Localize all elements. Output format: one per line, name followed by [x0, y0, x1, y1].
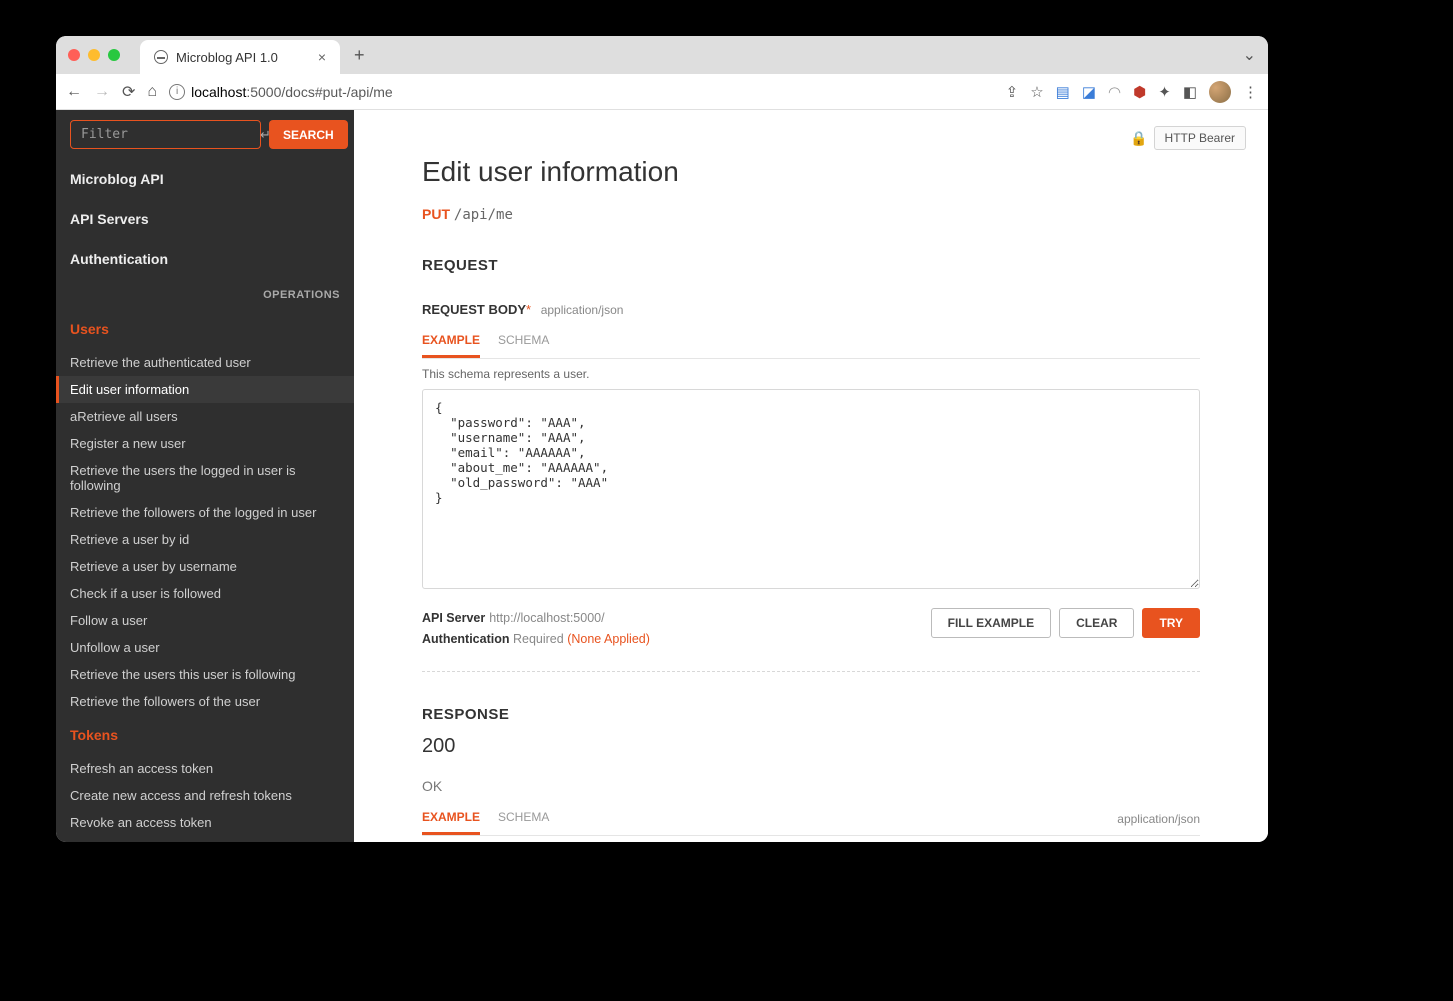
fill-example-button[interactable]: FILL EXAMPLE	[931, 608, 1051, 638]
sidebar-operation[interactable]: Retrieve the users this user is followin…	[56, 661, 354, 688]
tab-example[interactable]: EXAMPLE	[422, 327, 480, 358]
response-tabs-row: EXAMPLE SCHEMA application/json	[422, 804, 1200, 836]
chevron-down-icon[interactable]: ⌄	[1243, 45, 1256, 65]
extension-icon[interactable]: ◪	[1082, 83, 1096, 101]
response-heading: RESPONSE	[422, 706, 1200, 723]
search-button[interactable]: SEARCH	[269, 120, 348, 149]
action-buttons: FILL EXAMPLE CLEAR TRY	[931, 608, 1200, 638]
required-star: *	[526, 302, 531, 317]
request-tabs: EXAMPLE SCHEMA	[422, 327, 1200, 359]
sidebar-operation[interactable]: Register a new user	[56, 430, 354, 457]
tab-title: Microblog API 1.0	[176, 50, 310, 65]
url-text: localhost:5000/docs#put-/api/me	[191, 84, 393, 100]
tab-schema[interactable]: SCHEMA	[498, 804, 549, 835]
request-heading: REQUEST	[422, 257, 1200, 274]
url-field[interactable]: i localhost:5000/docs#put-/api/me	[169, 84, 994, 100]
sidebar-operation[interactable]: Retrieve the authenticated user	[56, 349, 354, 376]
extension-icon[interactable]: ▤	[1056, 83, 1070, 101]
sidebar-search: ↵ SEARCH	[56, 110, 354, 159]
auth-scheme-label: HTTP Bearer	[1154, 126, 1246, 150]
reload-button[interactable]: ⟳	[122, 82, 135, 102]
tab-schema[interactable]: SCHEMA	[498, 327, 549, 358]
clear-button[interactable]: CLEAR	[1059, 608, 1134, 638]
sidebar-operation[interactable]: Unfollow a user	[56, 634, 354, 661]
close-window-icon[interactable]	[68, 49, 80, 61]
new-tab-button[interactable]: +	[354, 45, 365, 66]
close-tab-icon[interactable]: ×	[318, 49, 326, 65]
home-button[interactable]: ⌂	[147, 83, 157, 101]
endpoint-path: /api/me	[454, 207, 513, 223]
profile-avatar[interactable]	[1209, 81, 1231, 103]
sidebar-operation[interactable]: aRetrieve all users	[56, 403, 354, 430]
main-content[interactable]: 🔒 HTTP Bearer Edit user information PUT …	[354, 110, 1268, 842]
request-body-line: REQUEST BODY* application/json	[422, 302, 1200, 317]
ublock-icon[interactable]: ⬢	[1133, 83, 1146, 101]
maximize-window-icon[interactable]	[108, 49, 120, 61]
bookmark-star-icon[interactable]: ☆	[1030, 83, 1043, 101]
tab-example[interactable]: EXAMPLE	[422, 804, 480, 835]
response-message: OK	[422, 778, 1200, 794]
kebab-menu-icon[interactable]: ⋮	[1243, 83, 1258, 101]
extensions-puzzle-icon[interactable]: ✦	[1158, 83, 1171, 101]
sidebar-operation[interactable]: Retrieve a user by id	[56, 526, 354, 553]
endpoint-line: PUT /api/me	[422, 206, 1200, 223]
sidebar-operation[interactable]: Revoke an access token	[56, 809, 354, 836]
browser-window: Microblog API 1.0 × + ⌄ ← → ⟳ ⌂ i localh…	[56, 36, 1268, 842]
globe-icon	[154, 50, 168, 64]
address-bar: ← → ⟳ ⌂ i localhost:5000/docs#put-/api/m…	[56, 74, 1268, 110]
sidebar-operation[interactable]: Refresh an access token	[56, 755, 354, 782]
sidebar-category[interactable]: Tokens	[56, 715, 354, 755]
share-icon[interactable]: ⇪	[1006, 83, 1019, 101]
lock-icon: 🔒	[1130, 130, 1147, 147]
api-server-url: http://localhost:5000/	[489, 611, 604, 625]
sidebar-item[interactable]: API Servers	[56, 199, 354, 239]
api-server-label: API Server	[422, 611, 485, 625]
extension-icons: ⇪ ☆ ▤ ◪ ◠ ⬢ ✦ ◧ ⋮	[1006, 81, 1258, 103]
forward-button: →	[94, 83, 110, 101]
sidebar-category[interactable]: Users	[56, 309, 354, 349]
sidebar-item[interactable]: Authentication	[56, 239, 354, 279]
auth-required: Required	[513, 632, 564, 646]
chrome-tab-bar: Microblog API 1.0 × + ⌄	[56, 36, 1268, 74]
filter-input[interactable]	[70, 120, 261, 149]
extension-icon[interactable]: ◠	[1108, 83, 1121, 101]
sidebar-operation[interactable]: Retrieve the followers of the logged in …	[56, 499, 354, 526]
request-body-label: REQUEST BODY	[422, 302, 526, 317]
schema-description: This schema represents a user.	[422, 367, 1200, 381]
sidebar-operation[interactable]: Edit user information	[56, 376, 354, 403]
sidebar-operation[interactable]: Retrieve the users the logged in user is…	[56, 457, 354, 499]
operation-title: Edit user information	[422, 156, 1200, 188]
sidebar-operation[interactable]: Create new access and refresh tokens	[56, 782, 354, 809]
sidebar-operation[interactable]: Retrieve the followers of the user	[56, 688, 354, 715]
sidebar-item[interactable]: Microblog API	[56, 159, 354, 199]
browser-tab[interactable]: Microblog API 1.0 ×	[140, 40, 340, 74]
operations-label: OPERATIONS	[56, 279, 354, 309]
back-button[interactable]: ←	[66, 83, 82, 101]
auth-none-applied[interactable]: (None Applied)	[567, 632, 650, 646]
sidebar-operation[interactable]: Check if a user is followed	[56, 580, 354, 607]
http-method: PUT	[422, 206, 450, 222]
server-info: API Server http://localhost:5000/ Authent…	[422, 608, 650, 651]
page-body: ↵ SEARCH Microblog APIAPI ServersAuthent…	[56, 110, 1268, 842]
sidebar-operation[interactable]: Follow a user	[56, 607, 354, 634]
server-auth-row: API Server http://localhost:5000/ Authent…	[422, 608, 1200, 672]
response-tabs: EXAMPLE SCHEMA	[422, 804, 549, 835]
side-panel-icon[interactable]: ◧	[1183, 83, 1197, 101]
auth-label: Authentication	[422, 632, 510, 646]
traffic-lights	[68, 49, 120, 61]
sidebar: ↵ SEARCH Microblog APIAPI ServersAuthent…	[56, 110, 354, 842]
sidebar-operation[interactable]: Retrieve a user by username	[56, 553, 354, 580]
minimize-window-icon[interactable]	[88, 49, 100, 61]
auth-indicator[interactable]: 🔒 HTTP Bearer	[1130, 126, 1246, 150]
try-button[interactable]: TRY	[1142, 608, 1200, 638]
response-content-type: application/json	[1117, 812, 1200, 826]
response-code: 200	[422, 735, 1200, 758]
sidebar-operation[interactable]: Reset a user password	[56, 836, 354, 842]
content-type: application/json	[541, 303, 624, 317]
request-body-editor[interactable]	[422, 389, 1200, 589]
site-info-icon[interactable]: i	[169, 84, 185, 100]
